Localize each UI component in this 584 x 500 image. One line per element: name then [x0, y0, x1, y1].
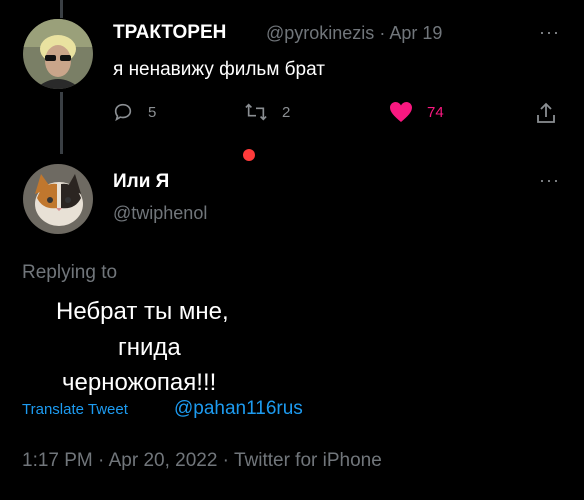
reply-icon: [114, 103, 132, 122]
more-options-button[interactable]: ···: [539, 170, 560, 191]
share-button[interactable]: [535, 101, 557, 125]
avatar[interactable]: [23, 164, 93, 234]
separator: ·: [379, 23, 386, 43]
retweet-icon: [245, 103, 267, 121]
retweet-count: 2: [282, 103, 291, 121]
avatar[interactable]: [23, 19, 93, 89]
notification-dot: [243, 149, 255, 161]
tweet-meta: @pyrokinezis · Apr 19: [266, 23, 442, 44]
tweet-text-line: гнида: [118, 334, 181, 361]
mention-link[interactable]: @pahan116rus: [174, 398, 303, 420]
like-count: 74: [427, 103, 444, 121]
author-name[interactable]: ТРАКТОРЕН: [113, 22, 226, 44]
tweet-timestamp-source[interactable]: 1:17 PM · Apr 20, 2022 · Twitter for iPh…: [22, 450, 382, 472]
tweet-text-line: Небрат ты мне,: [56, 298, 229, 325]
retweet-button[interactable]: 2: [244, 101, 290, 123]
share-icon: [537, 102, 555, 123]
tweet-date[interactable]: Apr 19: [389, 23, 442, 43]
author-handle[interactable]: @twiphenol: [113, 203, 207, 224]
author-name[interactable]: Или Я: [113, 171, 169, 193]
thread-line: [60, 0, 63, 18]
heart-icon: [390, 102, 412, 122]
tweet-text-line: черножопая!!!: [62, 369, 217, 396]
replying-to-label: Replying to: [22, 262, 118, 283]
more-options-button[interactable]: ···: [539, 22, 560, 43]
reply-count: 5: [148, 103, 157, 121]
tweet-text: я ненавижу фильм брат: [113, 59, 325, 80]
like-button[interactable]: 74: [389, 101, 444, 123]
thread-line: [60, 92, 63, 154]
reply-button[interactable]: 5: [112, 101, 156, 123]
author-handle[interactable]: @pyrokinezis: [266, 23, 374, 43]
translate-tweet-link[interactable]: Translate Tweet: [22, 401, 128, 418]
